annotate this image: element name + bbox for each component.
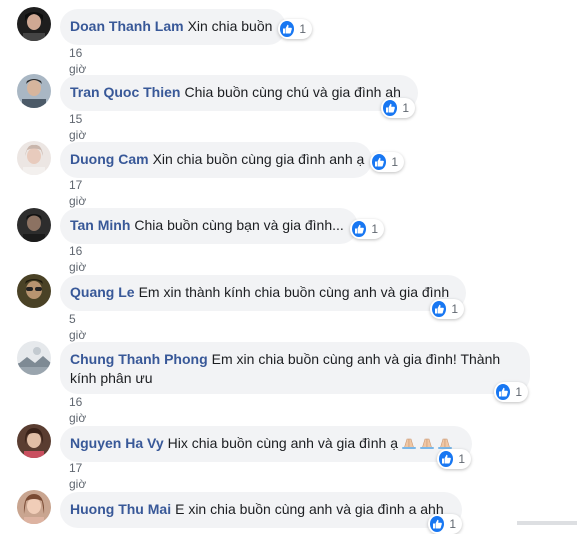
like-count: 1 (449, 517, 456, 531)
avatar[interactable] (17, 424, 51, 458)
comment-bubble: Tan Minh Chia buồn cùng bạn và gia đình..… (60, 208, 358, 244)
comment-text: Chia buồn cùng chú và gia đình ah (184, 84, 401, 100)
comment-timestamp[interactable]: 15 giờ (69, 111, 86, 143)
comment-bubble: Chung Thanh Phong Em xin chia buồn cùng a… (60, 342, 530, 394)
comment-text: Chia buồn cùng bạn và gia đình... (134, 217, 344, 233)
reaction-count[interactable]: 1 (428, 514, 462, 534)
avatar[interactable] (17, 208, 51, 242)
like-count: 1 (299, 22, 306, 36)
comment-author[interactable]: Tan Minh (70, 217, 130, 233)
reaction-count[interactable]: 1 (278, 19, 312, 39)
avatar[interactable] (17, 7, 51, 41)
comment-author[interactable]: Huong Thu Mai (70, 501, 171, 517)
comment-author[interactable]: Nguyen Ha Vy (70, 435, 164, 451)
comment-bubble: Tran Quoc Thien Chia buồn cùng chú và gia… (60, 75, 418, 111)
like-count: 1 (458, 452, 465, 466)
reaction-count[interactable]: 1 (494, 382, 528, 402)
reaction-count[interactable]: 1 (430, 299, 464, 319)
reaction-count[interactable]: 1 (381, 98, 415, 118)
thumbs-up-icon (383, 100, 398, 116)
comment-bubble: Duong Cam Xin chia buồn cùng gia đình anh… (60, 142, 372, 178)
thumbs-up-icon (430, 516, 445, 532)
comment-text: E xin chia buồn cùng anh và gia đình a a… (175, 501, 444, 517)
comment-author[interactable]: Quang Le (70, 284, 135, 300)
like-count: 1 (371, 222, 378, 236)
comment-author[interactable]: Doan Thanh Lam (70, 18, 184, 34)
comment-text: Xin chia buồn cùng gia đình anh ạ (152, 151, 365, 167)
thumbs-up-icon (352, 221, 367, 237)
avatar[interactable] (17, 490, 51, 524)
like-count: 1 (402, 101, 409, 115)
comment-bubble: Nguyen Ha Vy Hix chia buồn cùng anh và gi… (60, 426, 472, 462)
avatar[interactable] (17, 74, 51, 108)
like-count: 1 (515, 385, 522, 399)
thumbs-up-icon (372, 154, 387, 170)
comment-text: Xin chia buồn (187, 18, 273, 34)
avatar[interactable] (17, 274, 51, 308)
avatar[interactable] (17, 141, 51, 175)
like-count: 1 (391, 155, 398, 169)
comment-author[interactable]: Chung Thanh Phong (70, 351, 208, 367)
comment-bubble: Quang Le Em xin thành kính chia buồn cùng… (60, 275, 466, 311)
thumbs-up-icon (496, 384, 511, 400)
reaction-count[interactable]: 1 (370, 152, 404, 172)
like-count: 1 (451, 302, 458, 316)
comment-timestamp[interactable]: 16 giờ (69, 243, 86, 275)
comment-timestamp[interactable]: 16 giờ (69, 394, 86, 426)
comment-text: Hix chia buồn cùng anh và gia đình ạ (167, 435, 399, 451)
comment-timestamp[interactable]: 17 giờ (69, 460, 86, 492)
thumbs-up-icon (432, 301, 447, 317)
comment-text: Em xin thành kính chia buồn cùng anh và … (138, 284, 450, 300)
comment-bubble: Doan Thanh Lam Xin chia buồn (60, 9, 286, 45)
avatar[interactable] (17, 341, 51, 375)
comment-timestamp[interactable]: 17 giờ (69, 177, 86, 209)
scrollbar-track[interactable] (517, 521, 577, 525)
reaction-count[interactable]: 1 (350, 219, 384, 239)
comment-bubble: Huong Thu Mai E xin chia buồn cùng anh và… (60, 492, 462, 528)
reaction-count[interactable]: 1 (437, 449, 471, 469)
comment-author[interactable]: Duong Cam (70, 151, 149, 167)
thumbs-up-icon (439, 451, 454, 467)
comment-timestamp[interactable]: 5 giờ (69, 311, 86, 343)
comment-author[interactable]: Tran Quoc Thien (70, 84, 180, 100)
comment-timestamp[interactable]: 16 giờ (69, 45, 86, 77)
thumbs-up-icon (280, 21, 295, 37)
